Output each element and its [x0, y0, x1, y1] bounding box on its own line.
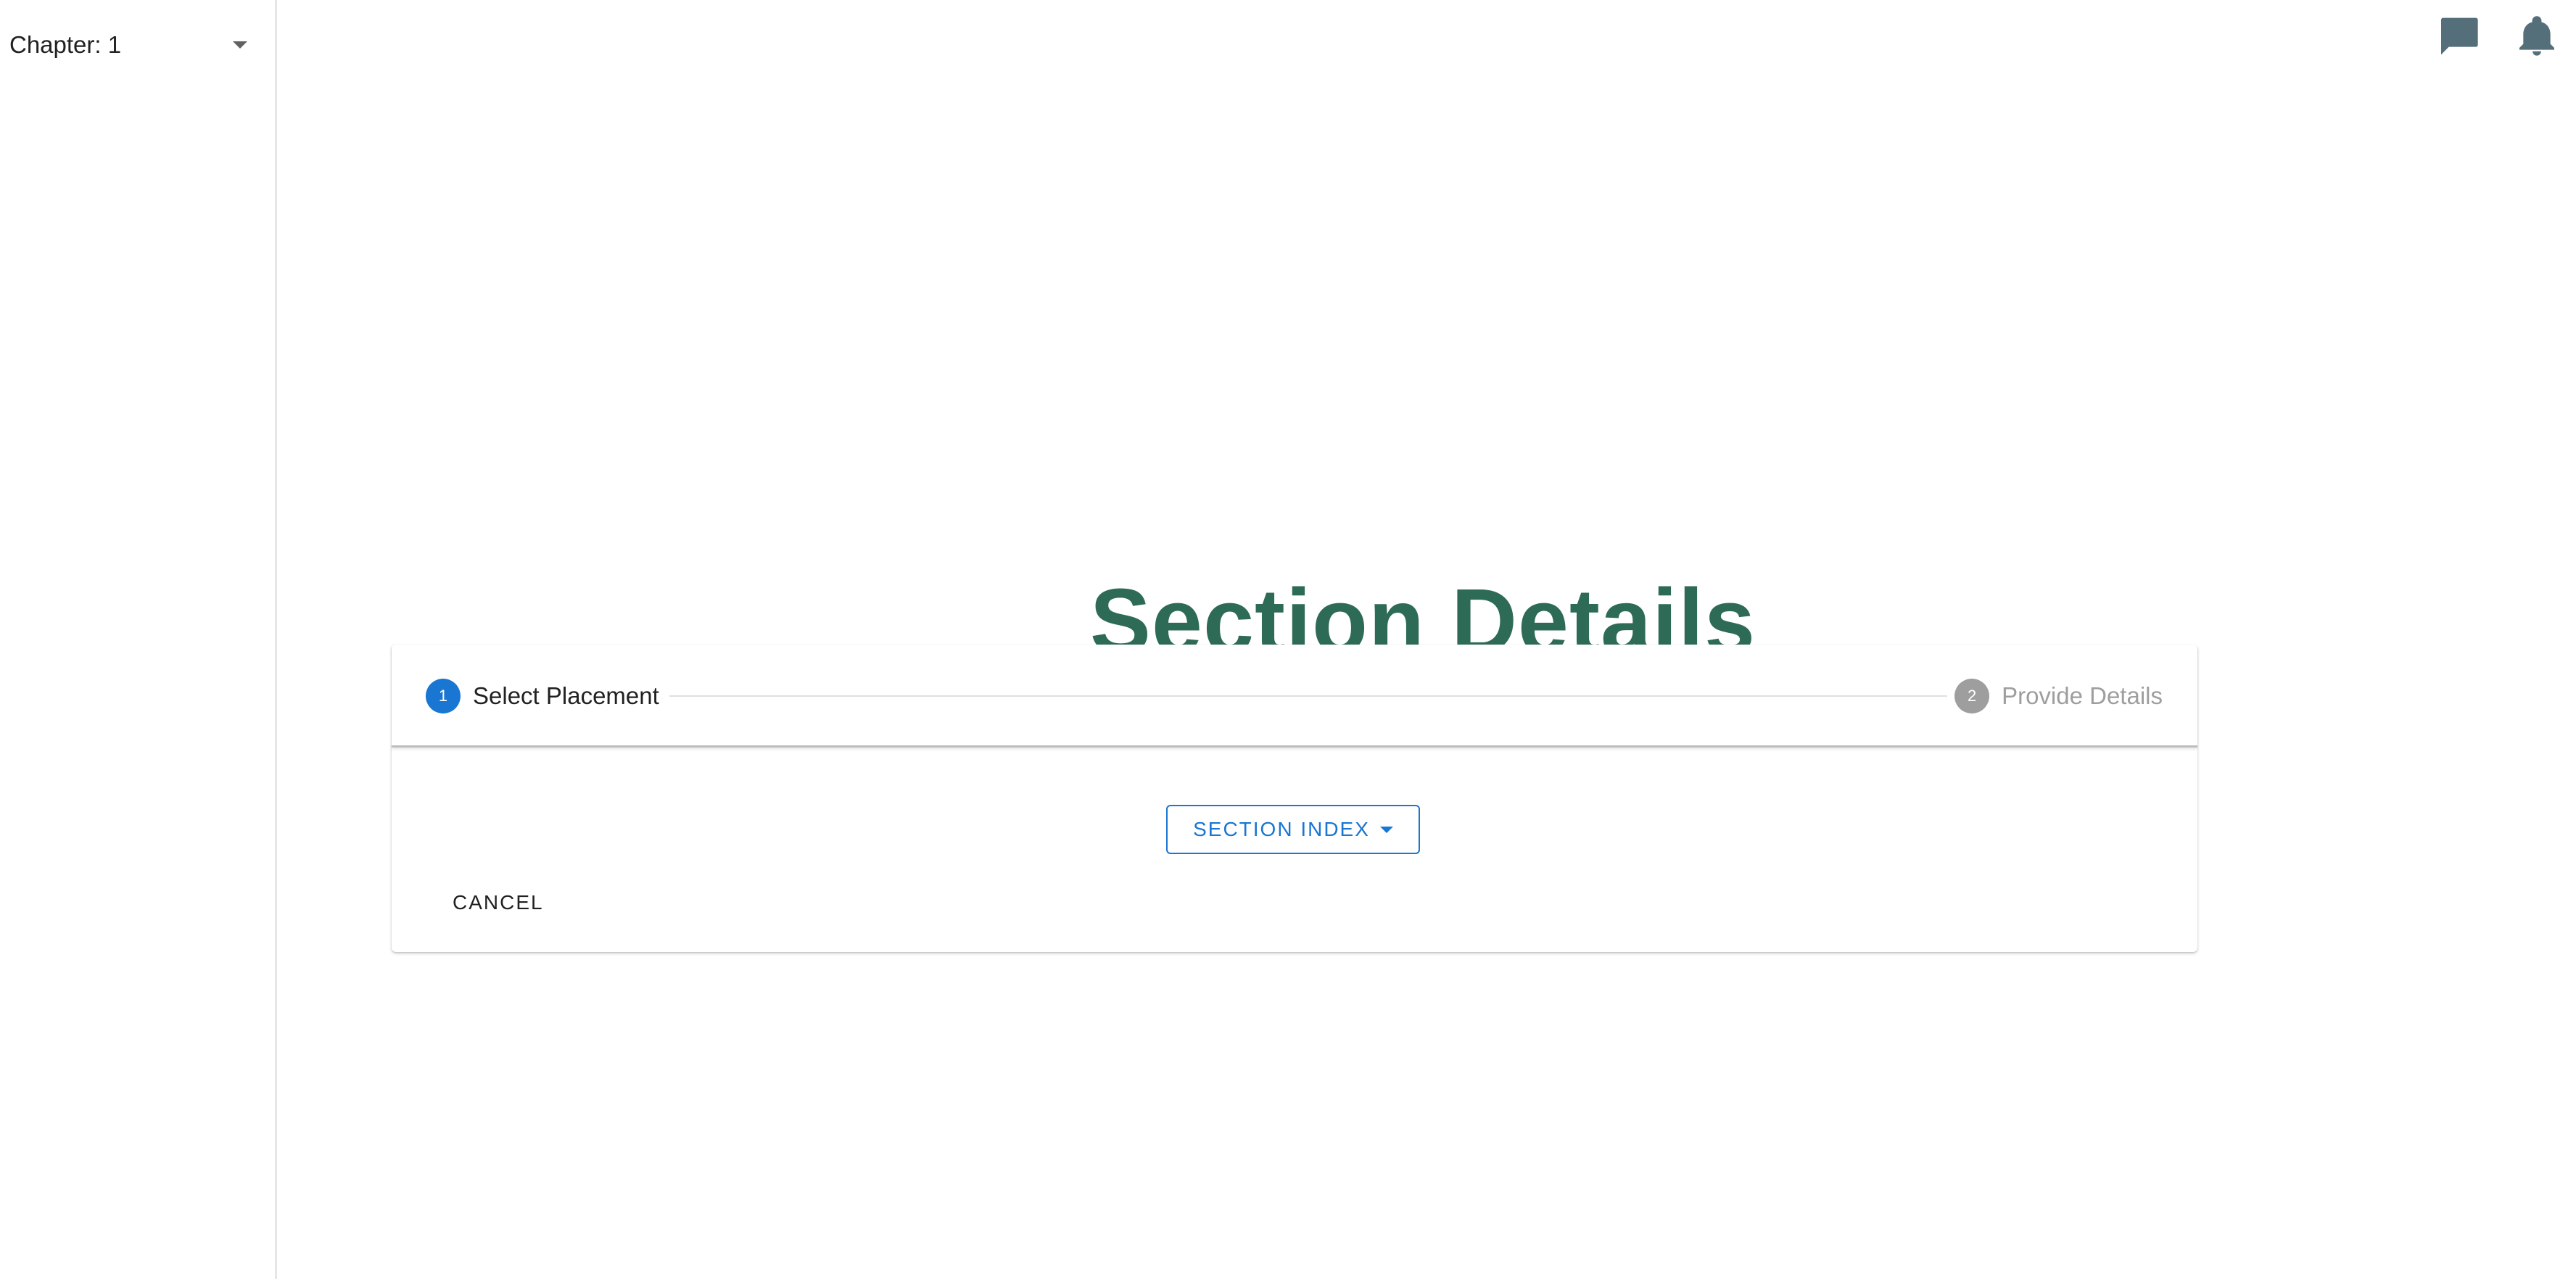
stepper: 1 Select Placement 2 Provide Details: [392, 645, 2197, 748]
step-label: Provide Details: [2002, 682, 2163, 709]
section-details-card: 1 Select Placement 2 Provide Details SEC…: [392, 645, 2197, 952]
chat-button[interactable]: [2432, 10, 2485, 62]
chapter-select[interactable]: Chapter: 1: [9, 22, 249, 68]
sidebar: Chapter: 1: [0, 0, 277, 1279]
step-number: 2: [1954, 679, 1990, 713]
chevron-down-icon: [233, 41, 247, 49]
caret-down-icon: [1379, 826, 1393, 833]
app: Chapter: 1 Section Details 1 Select Plac…: [0, 0, 2576, 1279]
section-index-button[interactable]: SECTION INDEX: [1166, 805, 1420, 854]
notifications-button[interactable]: [2511, 10, 2563, 62]
chat-icon: [2441, 17, 2478, 55]
section-index-label: SECTION INDEX: [1193, 818, 1370, 840]
bell-icon: [2519, 16, 2554, 56]
step-number: 1: [426, 679, 461, 713]
step-provide-details[interactable]: 2 Provide Details: [1954, 679, 2163, 713]
header-actions: [2432, 10, 2563, 62]
chapter-select-value: Chapter: 1: [9, 31, 122, 58]
cancel-button[interactable]: CANCEL: [442, 881, 554, 924]
step-label: Select Placement: [473, 682, 659, 709]
step-connector: [669, 695, 1947, 697]
step-select-placement[interactable]: 1 Select Placement: [426, 679, 659, 713]
